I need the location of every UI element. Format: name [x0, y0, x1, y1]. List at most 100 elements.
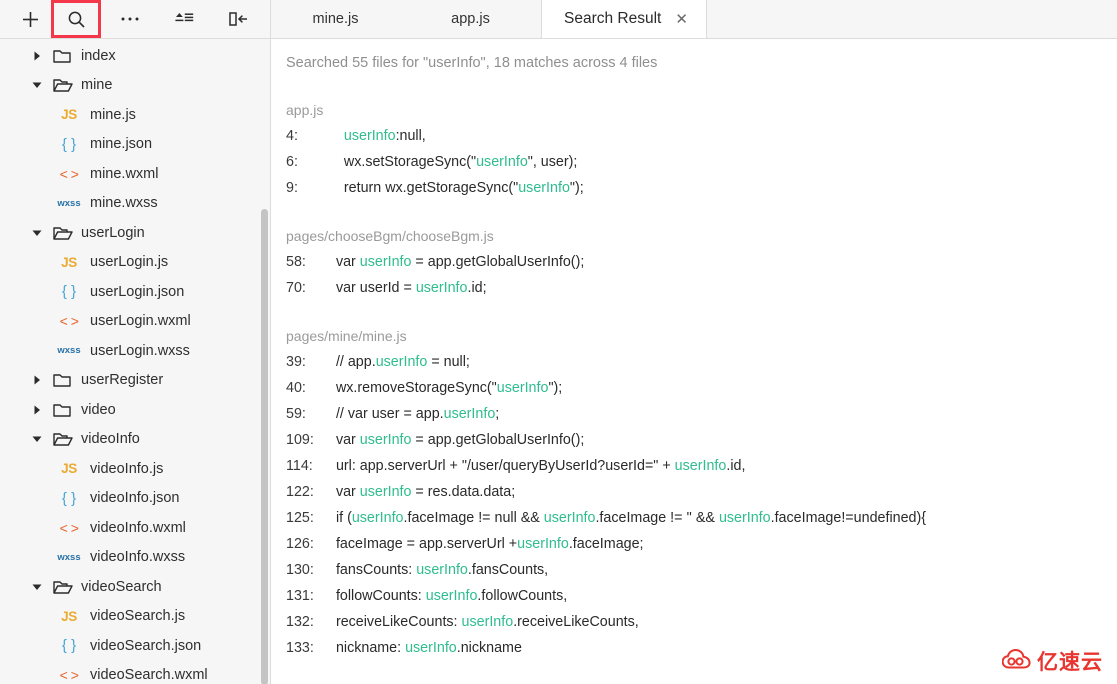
add-button[interactable]	[9, 2, 51, 36]
tree-item-label: mine.wxss	[90, 195, 158, 211]
search-match-line[interactable]: 59: // var user = app.userInfo;	[278, 406, 1117, 432]
wxml-file-icon: < >	[59, 667, 79, 684]
search-match-line[interactable]: 132: receiveLikeCounts: userInfo.receive…	[278, 614, 1117, 640]
tree-file-item[interactable]: < > videoInfo.wxml	[0, 513, 270, 543]
search-button[interactable]	[51, 0, 101, 38]
match-code-text: ");	[548, 380, 563, 396]
match-code-text: .id;	[467, 280, 487, 296]
match-code-text: return wx.getStorageSync("	[328, 180, 519, 196]
match-highlight: userInfo	[543, 510, 596, 526]
match-line-code: // app.userInfo = null;	[318, 354, 470, 370]
tree-folder-item[interactable]: video	[0, 395, 270, 425]
tree-item-label: userRegister	[81, 372, 164, 388]
wxss-file-icon: wxss	[57, 551, 81, 563]
match-line-code: if (userInfo.faceImage != null && userIn…	[318, 510, 926, 526]
tree-folder-item[interactable]: userRegister	[0, 366, 270, 396]
search-match-line[interactable]: 40: wx.removeStorageSync("userInfo");	[278, 380, 1117, 406]
sort-icon	[175, 13, 194, 22]
result-file-path[interactable]: pages/chooseBgm/chooseBgm.js	[278, 228, 1117, 244]
close-icon[interactable]: ✕	[675, 12, 688, 27]
match-line-code: return wx.getStorageSync("userInfo");	[318, 180, 584, 196]
chevron-right-icon[interactable]	[30, 373, 44, 387]
match-highlight: userInfo	[416, 562, 468, 578]
match-line-code: var userId = userInfo.id;	[318, 280, 487, 296]
result-file-path[interactable]: app.js	[278, 102, 1117, 118]
tree-file-item[interactable]: JS videoSearch.js	[0, 602, 270, 632]
js-file-icon: JS	[61, 608, 77, 624]
collapse-panel-button[interactable]	[215, 2, 261, 36]
tree-folder-item[interactable]: videoSearch	[0, 572, 270, 602]
match-line-number: 9:	[286, 180, 298, 196]
chevron-down-icon[interactable]	[30, 78, 44, 92]
tree-file-item[interactable]: { } mine.json	[0, 130, 270, 160]
search-match-line[interactable]: 125: if (userInfo.faceImage != null && u…	[278, 510, 1117, 536]
search-match-line[interactable]: 114: url: app.serverUrl + "/user/queryBy…	[278, 458, 1117, 484]
result-file-path[interactable]: pages/mine/mine.js	[278, 328, 1117, 344]
tab-app-js[interactable]: app.js	[401, 0, 541, 38]
search-match-line[interactable]: 126: faceImage = app.serverUrl +userInfo…	[278, 536, 1117, 562]
tree-file-item[interactable]: JS videoInfo.js	[0, 454, 270, 484]
search-match-line[interactable]: 6: wx.setStorageSync("userInfo", user);	[278, 154, 1117, 180]
tree-file-item[interactable]: JS mine.js	[0, 100, 270, 130]
match-code-text: var	[328, 484, 360, 500]
match-line-code: // var user = app.userInfo;	[318, 406, 499, 422]
chevron-right-icon[interactable]	[30, 403, 44, 417]
chevron-right-icon[interactable]	[30, 49, 44, 63]
tab-search-result[interactable]: Search Result ✕	[541, 0, 707, 38]
tree-folder-item[interactable]: videoInfo	[0, 425, 270, 455]
tree-file-item[interactable]: wxss userLogin.wxss	[0, 336, 270, 366]
chevron-down-icon[interactable]	[30, 432, 44, 446]
tree-file-item[interactable]: wxss videoInfo.wxss	[0, 543, 270, 573]
search-match-line[interactable]: 58: var userInfo = app.getGlobalUserInfo…	[278, 254, 1117, 280]
match-highlight: userInfo	[496, 380, 549, 396]
more-button[interactable]	[107, 2, 153, 36]
search-match-line[interactable]: 130: fansCounts: userInfo.fansCounts,	[278, 562, 1117, 588]
js-file-icon: JS	[61, 254, 77, 270]
match-line-number: 126:	[286, 536, 314, 552]
match-code-text: fansCounts:	[328, 562, 417, 578]
chevron-down-icon[interactable]	[30, 226, 44, 240]
match-code-text: ");	[569, 180, 584, 196]
search-result-group: pages/mine/mine.js 39: // app.userInfo = …	[278, 328, 1117, 666]
tree-file-item[interactable]: { } videoInfo.json	[0, 484, 270, 514]
chevron-down-icon[interactable]	[30, 580, 44, 594]
search-match-line[interactable]: 70: var userId = userInfo.id;	[278, 280, 1117, 306]
search-match-line[interactable]: 39: // app.userInfo = null;	[278, 354, 1117, 380]
match-highlight: userInfo	[375, 354, 428, 370]
match-highlight: userInfo	[518, 180, 570, 196]
tree-file-item[interactable]: wxss mine.wxss	[0, 189, 270, 219]
tree-item-label: mine.wxml	[90, 165, 159, 182]
match-code-text: .id,	[726, 458, 746, 474]
search-match-line[interactable]: 109: var userInfo = app.getGlobalUserInf…	[278, 432, 1117, 458]
tree-folder-item[interactable]: index	[0, 41, 270, 71]
tree-file-item[interactable]: < > mine.wxml	[0, 159, 270, 189]
match-code-text: .faceImage;	[568, 536, 644, 552]
match-code-text: wx.setStorageSync("	[328, 154, 477, 170]
tree-file-item[interactable]: < > videoSearch.wxml	[0, 661, 270, 684]
match-line-number: 109:	[286, 432, 314, 448]
search-match-line[interactable]: 9: return wx.getStorageSync("userInfo");	[278, 180, 1117, 206]
json-file-icon: { }	[61, 283, 77, 301]
tab-mine-js[interactable]: mine.js	[271, 0, 401, 38]
tree-file-item[interactable]: JS userLogin.js	[0, 248, 270, 278]
tree-item-label: videoInfo.json	[90, 490, 180, 506]
sidebar-scrollbar[interactable]	[261, 209, 268, 684]
tree-file-item[interactable]: { } userLogin.json	[0, 277, 270, 307]
match-line-code: var userInfo = app.getGlobalUserInfo();	[318, 254, 584, 270]
sort-button[interactable]	[161, 2, 207, 36]
match-highlight: userInfo	[351, 510, 404, 526]
match-line-number: 122:	[286, 484, 314, 500]
tree-folder-item[interactable]: mine	[0, 71, 270, 101]
tree-folder-item[interactable]: userLogin	[0, 218, 270, 248]
tree-item-label: videoSearch	[81, 578, 162, 595]
tree-file-item[interactable]: < > userLogin.wxml	[0, 307, 270, 337]
search-match-line[interactable]: 4: userInfo:null,	[278, 128, 1117, 154]
search-match-line[interactable]: 131: followCounts: userInfo.followCounts…	[278, 588, 1117, 614]
match-highlight: userInfo	[674, 458, 727, 474]
tab-label: mine.js	[312, 11, 359, 27]
tree-file-item[interactable]: { } videoSearch.json	[0, 631, 270, 661]
search-match-line[interactable]: 133: nickname: userInfo.nickname	[278, 640, 1117, 666]
match-line-number: 114:	[286, 458, 313, 474]
match-code-text: .receiveLikeCounts,	[513, 614, 639, 630]
search-match-line[interactable]: 122: var userInfo = res.data.data;	[278, 484, 1117, 510]
